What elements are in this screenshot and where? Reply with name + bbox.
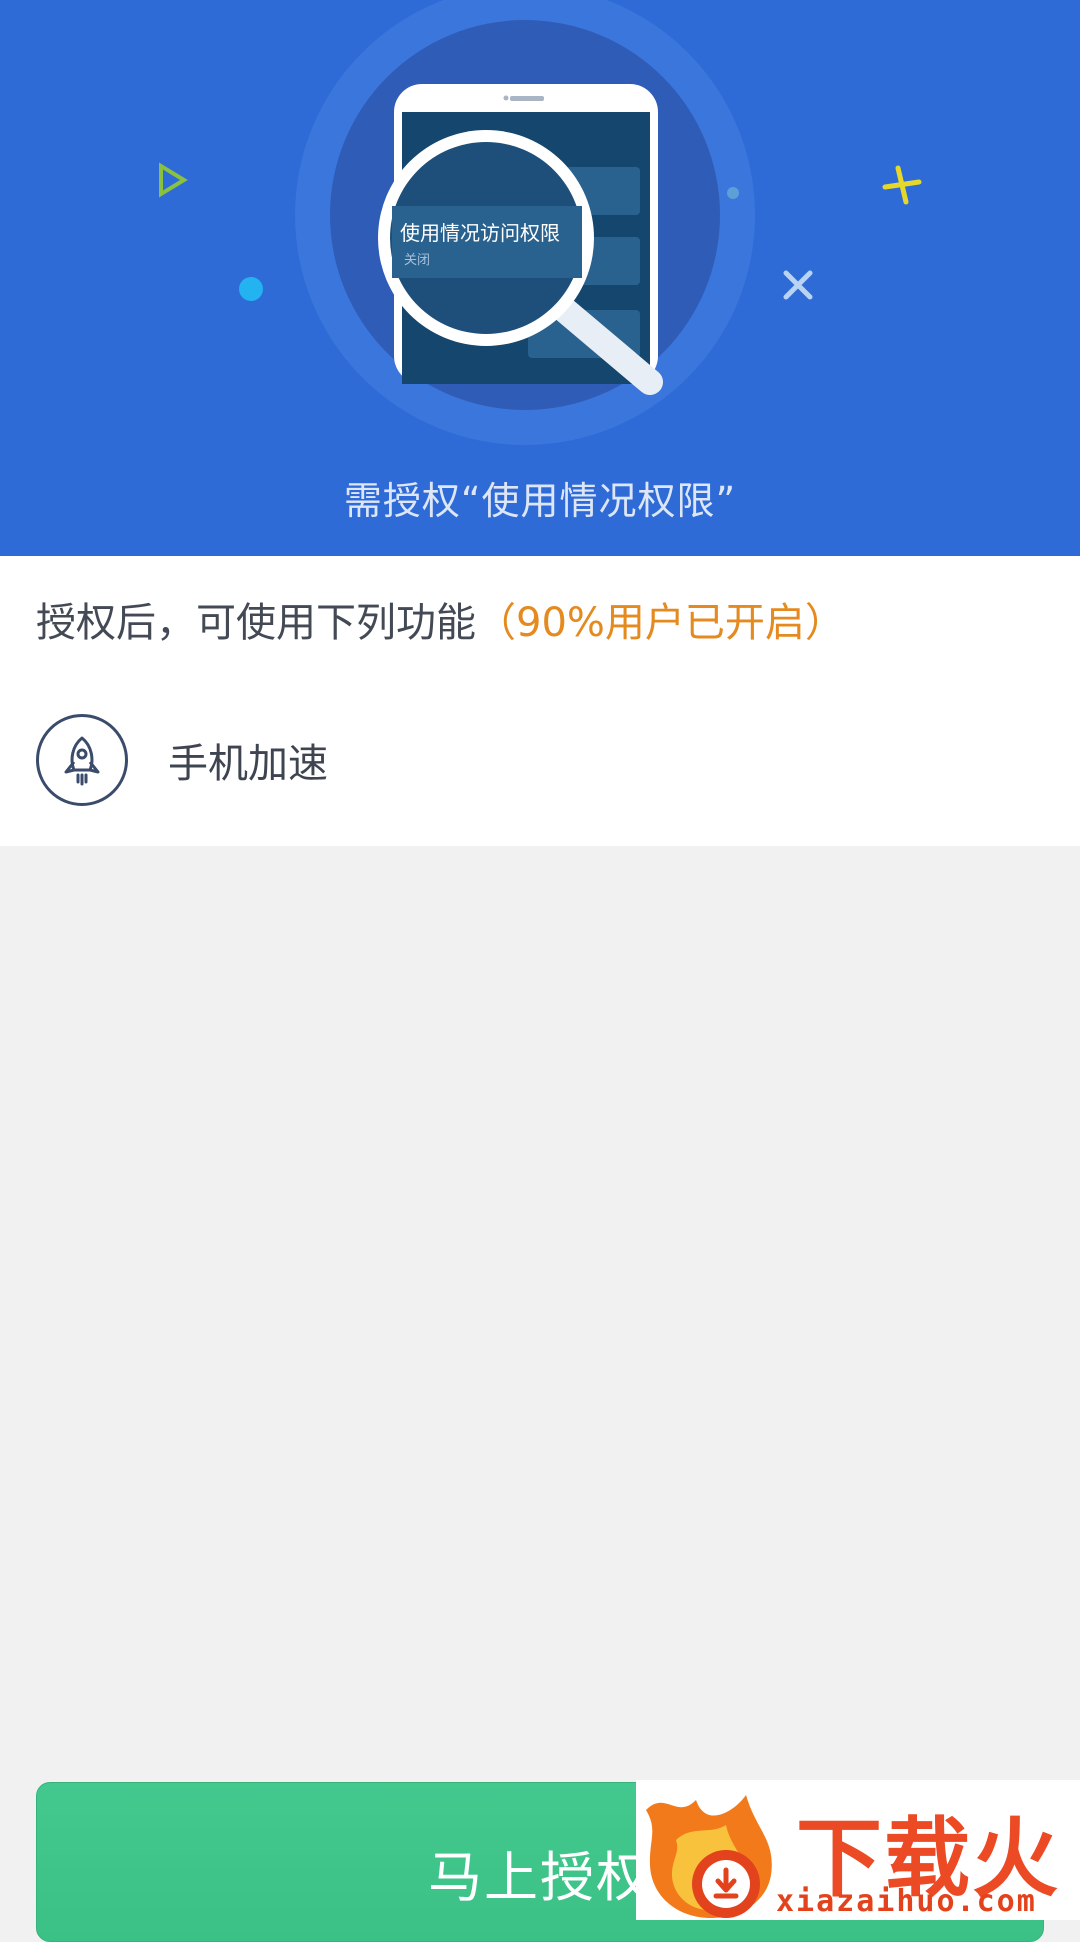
illustration-status: 关闭 <box>404 252 430 267</box>
feature-panel: 授权后，可使用下列功能（90%用户已开启） 手机加速 <box>0 556 1080 846</box>
hero-caption: 需授权“使用情况权限” <box>343 479 737 523</box>
feature-label: 手机加速 <box>168 741 328 787</box>
authorize-button-label: 马上授权 <box>428 1846 652 1909</box>
watermark-logo: 下载火 xiazaihuo.com <box>636 1780 1080 1920</box>
hero-banner: 使用情况访问权限 关闭 需授权“使用情况权限” <box>0 0 1080 556</box>
flame-logo-icon <box>646 1795 772 1918</box>
intro-text: 授权后，可使用下列功能（90%用户已开启） <box>36 590 845 648</box>
intro-main: 授权后，可使用下列功能 <box>36 600 476 646</box>
feature-item-phone-speedup: 手机加速 <box>36 712 636 808</box>
watermark-url: xiazaihuo.com <box>776 1884 1037 1919</box>
rocket-icon <box>36 714 128 806</box>
intro-highlight: （90%用户已开启） <box>476 600 845 646</box>
illustration-title: 使用情况访问权限 <box>400 222 560 245</box>
